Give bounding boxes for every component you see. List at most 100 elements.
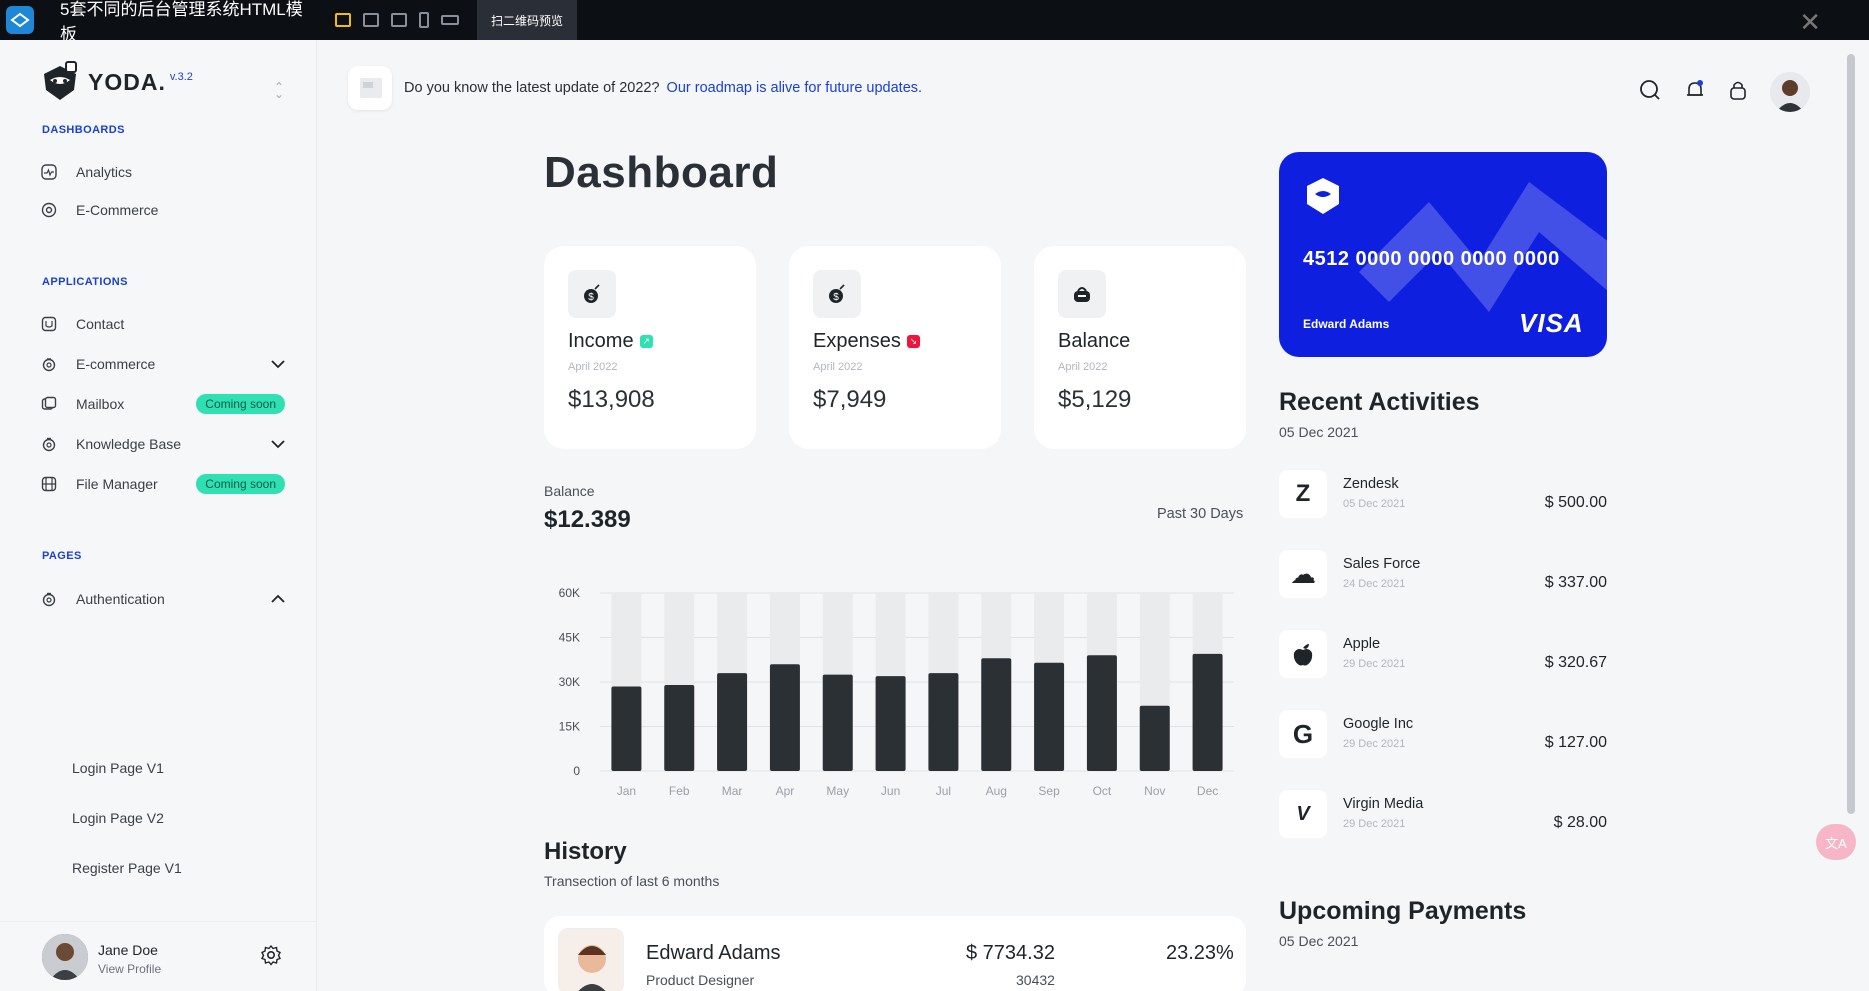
bar [981, 658, 1012, 771]
sidebar-item-ecommerce[interactable]: E-commerce [40, 350, 285, 378]
coming-soon-badge: Coming soon [196, 474, 285, 494]
activity-item[interactable]: Z Zendesk 05 Dec 2021 $ 500.00 [1279, 470, 1607, 520]
up-arrow-icon: ↗ [639, 335, 653, 348]
translate-icon[interactable]: 文A [1816, 824, 1856, 860]
chevron-down-icon[interactable] [271, 356, 285, 372]
credit-card[interactable]: 4512 0000 0000 0000 0000 Edward Adams VI… [1279, 152, 1607, 357]
activity-amount: $ 337.00 [1544, 574, 1607, 591]
activity-name: Apple [1343, 636, 1381, 652]
balance-card[interactable]: Balance April 2022 $5,129 [1034, 246, 1246, 449]
close-icon[interactable]: ✕ [1799, 7, 1821, 38]
ecommerce-icon [40, 355, 58, 373]
desktop-icon[interactable] [335, 13, 351, 27]
wide-icon[interactable] [441, 15, 459, 25]
sidebar-subitem-login-v1[interactable]: Login Page V1 [72, 760, 164, 776]
bar [875, 676, 906, 771]
qr-preview-button[interactable]: 扫二维码预览 [477, 0, 578, 40]
activity-amount: $ 500.00 [1544, 494, 1607, 511]
tablet-portrait-icon[interactable] [363, 13, 379, 27]
money-bag-icon: $ [813, 270, 861, 318]
bar [1192, 653, 1223, 771]
x-tick-label: Apr [776, 784, 795, 798]
balance-label: Balance [1058, 330, 1131, 352]
x-tick-label: Jul [936, 784, 951, 798]
bar [928, 673, 959, 771]
x-tick-label: May [826, 784, 849, 798]
brand[interactable]: YODA. v.3.2 [40, 60, 193, 104]
sidebar-subitem-login-v2[interactable]: Login Page V2 [72, 810, 164, 826]
expenses-card[interactable]: $ Expenses ↘ April 2022 $7,949 [789, 246, 1001, 449]
sidebar-item-label: E-commerce [76, 356, 156, 372]
sidebar-item-label: Authentication [76, 591, 165, 607]
view-profile-link[interactable]: View Profile [98, 962, 161, 976]
visa-logo: VISA [1519, 308, 1584, 338]
sidebar-item-ecommerce-dashboard[interactable]: E-Commerce [40, 196, 285, 224]
bar [1139, 705, 1170, 771]
bar [611, 686, 642, 771]
sidebar-item-knowledge-base[interactable]: Knowledge Base [40, 430, 285, 458]
phone-icon[interactable] [419, 12, 429, 28]
notice-text: Do you know the latest update of 2022? [404, 80, 660, 96]
bar [1086, 655, 1117, 771]
activity-name: Virgin Media [1343, 796, 1424, 812]
scrollbar-thumb[interactable] [1847, 54, 1855, 814]
history-amount: $ 7734.32 [966, 942, 1055, 964]
range-selector[interactable]: Past 30 Days [1157, 506, 1243, 522]
x-tick-label: Mar [722, 784, 743, 798]
history-title: History [544, 838, 627, 865]
sidebar-item-label: Knowledge Base [76, 436, 182, 452]
activity-item[interactable]: V Virgin Media 29 Dec 2021 $ 28.00 [1279, 790, 1607, 840]
preview-title: 5套不同的后台管理系统HTML模板 [60, 0, 303, 44]
chevron-down-icon[interactable] [271, 436, 285, 452]
app-logo-icon [0, 0, 40, 40]
chevron-up-icon[interactable] [271, 591, 285, 607]
bar [769, 664, 800, 771]
activity-date: 24 Dec 2021 [1343, 578, 1406, 590]
lock-icon[interactable] [1728, 79, 1748, 106]
sidebar-item-contact[interactable]: Contact [40, 310, 285, 338]
activity-date: 05 Dec 2021 [1343, 498, 1406, 510]
money-bag-icon: $ [568, 270, 616, 318]
sidebar-item-label: File Manager [76, 476, 158, 492]
x-tick-label: Oct [1093, 784, 1112, 798]
income-card[interactable]: $ Income ↗ April 2022 $13,908 [544, 246, 756, 449]
section-applications: APPLICATIONS [42, 276, 128, 288]
balance-chart-value: $12.389 [544, 506, 631, 533]
sidebar-item-analytics[interactable]: Analytics [40, 158, 285, 186]
activity-date: 29 Dec 2021 [1343, 658, 1406, 670]
sidebar-item-file-manager[interactable]: File Manager Coming soon [40, 470, 285, 498]
x-tick-label: Sep [1038, 784, 1060, 798]
bell-icon[interactable] [1684, 79, 1706, 106]
user-avatar[interactable] [1770, 72, 1810, 112]
sidebar-item-authentication[interactable]: Authentication [40, 585, 285, 613]
sidebar-subitem-register-v1[interactable]: Register Page V1 [72, 860, 182, 876]
history-row[interactable]: Edward Adams Product Designer $ 7734.32 … [544, 916, 1246, 991]
sidebar-item-label: Contact [76, 316, 125, 332]
income-date: April 2022 [568, 361, 618, 373]
card-logo-icon [1303, 176, 1343, 221]
bar [664, 684, 695, 771]
sidebar-item-label: E-Commerce [76, 202, 159, 218]
expenses-value: $7,949 [813, 386, 887, 413]
sidebar-item-mailbox[interactable]: Mailbox Coming soon [40, 390, 285, 418]
search-icon[interactable] [1638, 78, 1662, 107]
bar [1034, 662, 1065, 771]
upcoming-payments-title: Upcoming Payments [1279, 897, 1527, 925]
virgin-icon: V [1279, 790, 1327, 838]
y-tick-label: 60K [559, 586, 580, 600]
header-actions [1638, 72, 1810, 112]
activity-amount: $ 127.00 [1544, 734, 1607, 751]
activity-item[interactable]: Apple 29 Dec 2021 $ 320.67 [1279, 630, 1607, 680]
avatar [558, 928, 624, 991]
roadmap-link[interactable]: Our roadmap is alive for future updates. [667, 80, 923, 96]
activity-name: Google Inc [1343, 716, 1414, 732]
activity-item[interactable]: ☁ Sales Force 24 Dec 2021 $ 337.00 [1279, 550, 1607, 600]
gear-icon[interactable] [260, 944, 282, 971]
collapse-toggle-icon[interactable]: ⌃ ⌄ [274, 81, 284, 100]
down-arrow-icon: ↘ [906, 335, 920, 348]
preview-topbar: 5套不同的后台管理系统HTML模板 扫二维码预览 ✕ [0, 0, 1869, 44]
card-holder: Edward Adams [1303, 317, 1390, 331]
activity-item[interactable]: G Google Inc 29 Dec 2021 $ 127.00 [1279, 710, 1607, 760]
tablet-landscape-icon[interactable] [391, 13, 407, 27]
sidebar-profile[interactable]: Jane Doe View Profile [0, 921, 316, 991]
